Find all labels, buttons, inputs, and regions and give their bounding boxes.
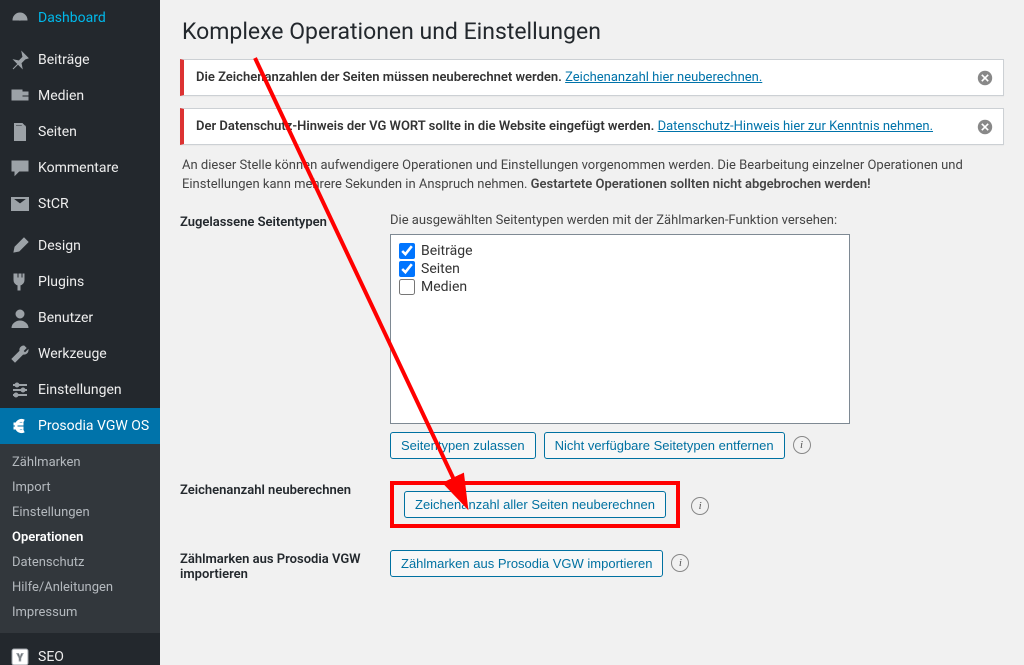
- sidebar-item-label: Werkzeuge: [38, 346, 107, 362]
- help-icon[interactable]: i: [793, 436, 811, 454]
- sidebar-item-posts[interactable]: Beiträge: [0, 42, 160, 78]
- sidebar-item-label: Design: [38, 238, 81, 254]
- notice-link-recount[interactable]: Zeichenanzahl hier neuberechnen.: [565, 70, 762, 85]
- mail-icon: [10, 194, 30, 214]
- sidebar-item-label: Dashboard: [38, 10, 106, 26]
- sidebar-item-settings[interactable]: Einstellungen: [0, 372, 160, 408]
- submenu-item-einstellungen[interactable]: Einstellungen: [0, 500, 160, 525]
- comment-icon: [10, 158, 30, 178]
- sidebar-item-dashboard[interactable]: Dashboard: [0, 0, 160, 36]
- allow-types-button[interactable]: Seitentypen zulassen: [390, 432, 536, 459]
- main-content: Komplexe Operationen und Einstellungen D…: [160, 0, 1024, 665]
- close-icon: [977, 119, 993, 135]
- sidebar-item-label: Beiträge: [38, 52, 90, 68]
- type-checkbox-pages[interactable]: [399, 261, 415, 277]
- sidebar-submenu: Zählmarken Import Einstellungen Operatio…: [0, 444, 160, 633]
- sidebar-item-label: SEO: [38, 649, 64, 665]
- type-checkbox-media[interactable]: [399, 279, 415, 295]
- submenu-item-operationen[interactable]: Operationen: [0, 525, 160, 550]
- sidebar-item-label: Einstellungen: [38, 382, 122, 398]
- sidebar-item-label: Medien: [38, 88, 84, 104]
- user-icon: [10, 308, 30, 328]
- remove-types-button[interactable]: Nicht verfügbare Seitetypen entfernen: [544, 432, 785, 459]
- dashboard-icon: [10, 8, 30, 28]
- page-icon: [10, 122, 30, 142]
- type-option[interactable]: Beiträge: [399, 243, 841, 259]
- import-button[interactable]: Zählmarken aus Prosodia VGW importieren: [390, 550, 663, 577]
- media-icon: [10, 86, 30, 106]
- submenu-item-impressum[interactable]: Impressum: [0, 600, 160, 625]
- plug-icon: [10, 272, 30, 292]
- sidebar-item-label: StCR: [38, 196, 69, 212]
- sidebar-item-tools[interactable]: Werkzeuge: [0, 336, 160, 372]
- submenu-item-zaehlmarken[interactable]: Zählmarken: [0, 450, 160, 475]
- sidebar-item-label: Prosodia VGW OS: [38, 418, 149, 434]
- types-listbox[interactable]: Beiträge Seiten Medien: [390, 234, 850, 424]
- page-title: Komplexe Operationen und Einstellungen: [182, 18, 1004, 45]
- sidebar-item-label: Kommentare: [38, 160, 119, 176]
- sidebar-item-label: Plugins: [38, 274, 84, 290]
- svg-text:Y: Y: [17, 653, 24, 664]
- sidebar-item-label: Benutzer: [38, 310, 93, 326]
- sidebar-item-pages[interactable]: Seiten: [0, 114, 160, 150]
- help-icon[interactable]: i: [671, 554, 689, 572]
- sidebar-item-plugins[interactable]: Plugins: [0, 264, 160, 300]
- section-label-recount: Zeichenanzahl neuberechnen: [180, 481, 390, 528]
- intro-text: An dieser Stelle können aufwendigere Ope…: [182, 157, 1002, 195]
- submenu-item-import[interactable]: Import: [0, 475, 160, 500]
- sidebar-item-label: Seiten: [38, 124, 77, 140]
- notice-privacy: Der Datenschutz-Hinweis der VG WORT soll…: [180, 108, 1004, 145]
- seo-icon: Y: [10, 647, 30, 665]
- section-label-import: Zählmarken aus Prosodia VGW importieren: [180, 550, 390, 582]
- submenu-item-datenschutz[interactable]: Datenschutz: [0, 550, 160, 575]
- type-checkbox-posts[interactable]: [399, 243, 415, 259]
- sliders-icon: [10, 380, 30, 400]
- sidebar-item-prosodia[interactable]: Prosodia VGW OS: [0, 408, 160, 444]
- types-description: Die ausgewählten Seitentypen werden mit …: [390, 213, 1004, 228]
- submenu-item-hilfe[interactable]: Hilfe/Anleitungen: [0, 575, 160, 600]
- help-icon[interactable]: i: [691, 497, 709, 515]
- close-icon: [977, 70, 993, 86]
- admin-sidebar: Dashboard Beiträge Medien Seiten Komment…: [0, 0, 160, 665]
- wrench-icon: [10, 344, 30, 364]
- sidebar-item-stcr[interactable]: StCR: [0, 186, 160, 222]
- dismiss-button[interactable]: [975, 68, 995, 88]
- notice-text: Die Zeichenanzahlen der Seiten müssen ne…: [196, 70, 562, 85]
- annotation-highlight: Zeichenanzahl aller Seiten neuberechnen: [390, 481, 680, 528]
- section-label-types: Zugelassene Seitentypen: [180, 213, 390, 459]
- notice-text: Der Datenschutz-Hinweis der VG WORT soll…: [196, 119, 654, 134]
- pin-icon: [10, 50, 30, 70]
- dismiss-button[interactable]: [975, 117, 995, 137]
- type-option[interactable]: Seiten: [399, 261, 841, 277]
- sidebar-item-design[interactable]: Design: [0, 228, 160, 264]
- type-option[interactable]: Medien: [399, 279, 841, 295]
- sidebar-item-users[interactable]: Benutzer: [0, 300, 160, 336]
- euro-icon: [10, 416, 30, 436]
- recount-button[interactable]: Zeichenanzahl aller Seiten neuberechnen: [404, 491, 666, 518]
- notice-link-privacy[interactable]: Datenschutz-Hinweis hier zur Kenntnis ne…: [658, 119, 933, 134]
- notice-recount: Die Zeichenanzahlen der Seiten müssen ne…: [180, 59, 1004, 96]
- sidebar-item-seo[interactable]: Y SEO: [0, 639, 160, 665]
- brush-icon: [10, 236, 30, 256]
- sidebar-item-media[interactable]: Medien: [0, 78, 160, 114]
- sidebar-item-comments[interactable]: Kommentare: [0, 150, 160, 186]
